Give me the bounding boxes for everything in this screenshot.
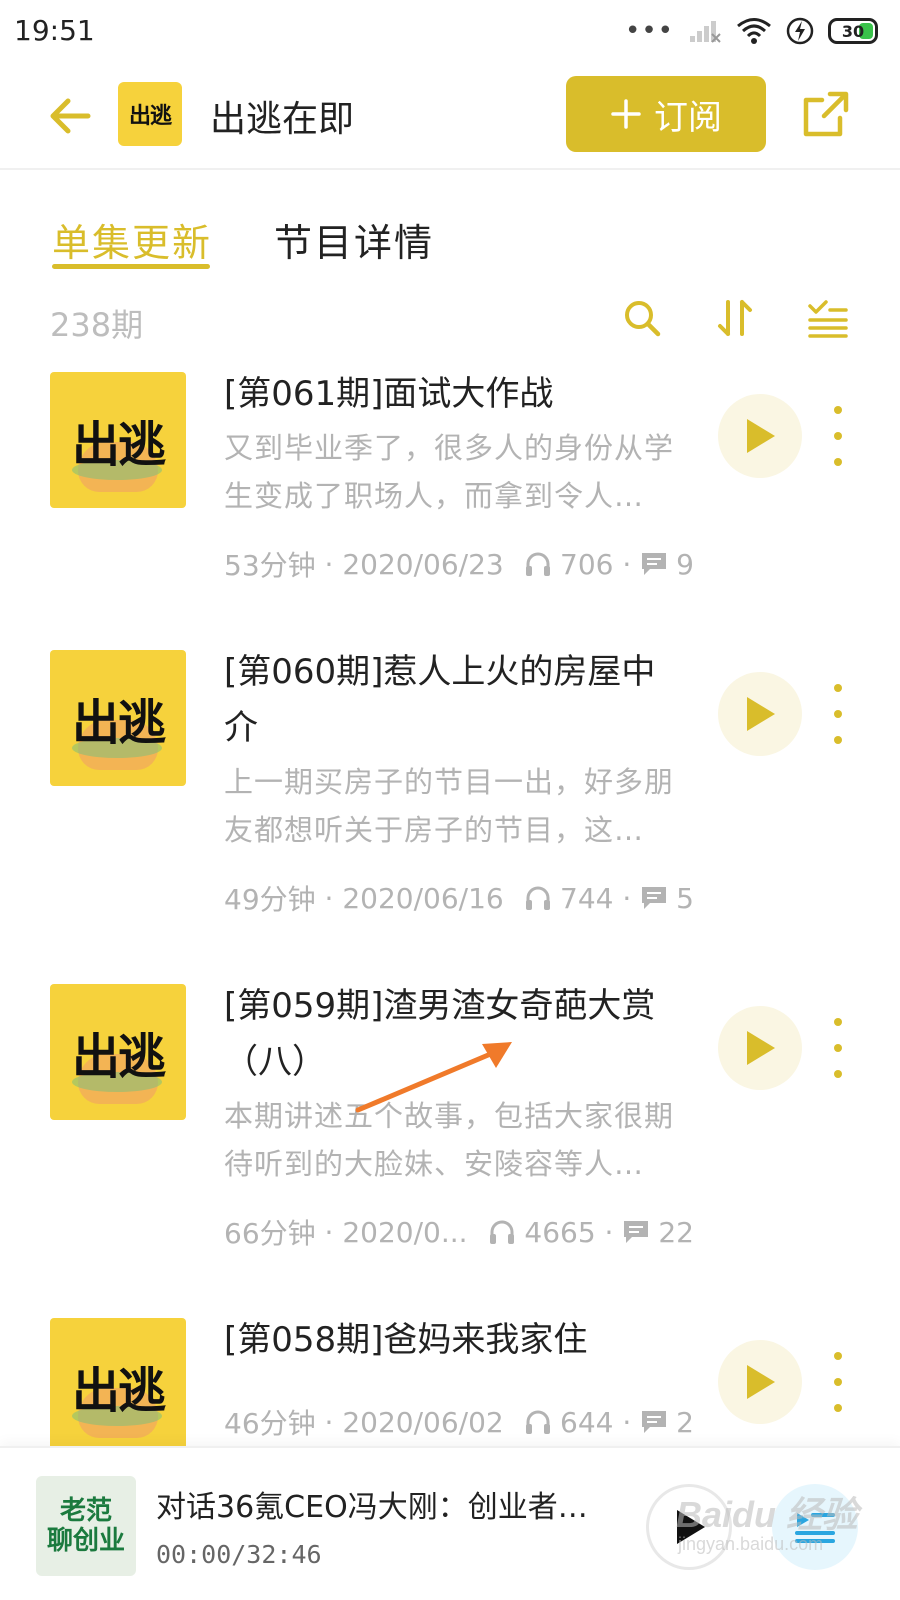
episode-duration: 66分钟 xyxy=(224,1217,316,1250)
episode-item[interactable]: 出逃 [第058期]爸妈来我家住 46分钟 · 2020/06/02 644 ·… xyxy=(0,1318,900,1452)
episode-cover: 出逃 xyxy=(50,1318,186,1452)
playlist-button[interactable] xyxy=(772,1484,858,1570)
tab-episodes[interactable]: 单集更新 xyxy=(52,212,212,267)
more-options-icon[interactable] xyxy=(826,1352,850,1412)
player-play-button[interactable] xyxy=(646,1484,732,1570)
signal-dots-icon: ••• xyxy=(624,16,674,46)
episode-title: [第059期]渣男渣女奇葩大赏（八） xyxy=(224,986,656,1082)
wifi-icon xyxy=(737,18,771,44)
player-cover-line2: 聊创业 xyxy=(46,1526,125,1556)
episode-plays: 706 xyxy=(560,547,614,581)
subscribe-button[interactable]: 订阅 xyxy=(566,76,766,152)
episode-date: 2020/06/02 xyxy=(342,1405,504,1439)
more-options-icon[interactable] xyxy=(826,406,850,466)
podcast-logo-text: 出逃 xyxy=(128,103,172,129)
player-track-title: 对话36氪CEO冯大刚：创业者… xyxy=(156,1490,588,1525)
play-icon xyxy=(747,419,775,453)
play-button[interactable] xyxy=(718,672,802,756)
episode-meta: 53分钟 · 2020/06/23 706 · 9 xyxy=(224,544,694,584)
play-icon xyxy=(747,1365,775,1399)
tab-program-details[interactable]: 节目详情 xyxy=(274,212,434,267)
plus-icon xyxy=(611,99,641,129)
player-cover: 老范 聊创业 xyxy=(36,1476,136,1576)
episode-list: 出逃 [第061期]面试大作战 又到毕业季了，很多人的身份从学生变成了职场人，而… xyxy=(0,372,900,1452)
episode-date: 2020/06/23 xyxy=(342,547,504,581)
episode-comments: 2 xyxy=(676,1405,694,1439)
player-progress-time: 00:00/32:46 xyxy=(156,1540,322,1569)
episode-title: [第061期]面试大作战 xyxy=(224,374,554,414)
episode-count: 238期 xyxy=(50,306,144,344)
episode-description: 又到毕业季了，很多人的身份从学生变成了职场人，而拿到令人… xyxy=(224,431,675,513)
comment-icon xyxy=(642,887,667,909)
status-bar: 19:51 ••• 30 xyxy=(0,0,900,62)
episode-cover: 出逃 xyxy=(50,372,186,508)
play-button[interactable] xyxy=(718,1006,802,1090)
episode-comments: 5 xyxy=(676,881,694,915)
headphones-icon xyxy=(526,1410,551,1434)
tab-active-indicator xyxy=(52,264,210,269)
episode-date: 2020/06/16 xyxy=(342,881,504,915)
headphones-icon xyxy=(526,886,551,910)
episode-cover-text: 出逃 xyxy=(71,695,166,751)
episode-item[interactable]: 出逃 [第060期]惹人上火的房屋中介 上一期买房子的节目一出，好多朋友都想听关… xyxy=(0,650,900,950)
episode-meta: 49分钟 · 2020/06/16 744 · 5 xyxy=(224,878,694,918)
episode-comments: 22 xyxy=(658,1215,694,1249)
episode-meta: 66分钟 · 2020/0... 4665 · 22 xyxy=(224,1212,694,1252)
episode-plays: 4665 xyxy=(524,1215,596,1249)
play-icon xyxy=(747,1031,775,1065)
episode-item[interactable]: 出逃 [第059期]渣男渣女奇葩大赏（八） 本期讲述五个故事，包括大家很期待听到… xyxy=(0,984,900,1284)
status-icons: ••• 30 xyxy=(625,14,878,48)
headphones-icon xyxy=(526,552,551,576)
header: 出逃 出逃在即 订阅 xyxy=(0,62,900,170)
play-button[interactable] xyxy=(718,1340,802,1424)
episode-cover: 出逃 xyxy=(50,984,186,1120)
filter-list-icon[interactable] xyxy=(806,296,850,340)
episode-plays: 744 xyxy=(560,881,614,915)
episode-duration: 53分钟 xyxy=(224,549,316,582)
play-icon xyxy=(677,1510,705,1544)
playlist-icon xyxy=(795,1513,835,1543)
status-time: 19:51 xyxy=(14,14,95,47)
episode-title: [第060期]惹人上火的房屋中介 xyxy=(224,652,656,748)
episode-cover-text: 出逃 xyxy=(71,1029,166,1085)
episode-cover-text: 出逃 xyxy=(71,1363,166,1419)
episode-duration: 49分钟 xyxy=(224,883,316,916)
more-options-icon[interactable] xyxy=(826,684,850,744)
back-arrow-icon[interactable] xyxy=(44,90,96,142)
battery-level: 30 xyxy=(841,21,865,41)
share-icon[interactable] xyxy=(800,88,852,140)
comment-icon xyxy=(642,553,667,575)
player-cover-line1: 老范 xyxy=(59,1496,112,1526)
cellular-signal-icon xyxy=(690,21,721,43)
episode-cover: 出逃 xyxy=(50,650,186,786)
episode-meta: 46分钟 · 2020/06/02 644 · 2 xyxy=(224,1402,694,1442)
play-button[interactable] xyxy=(718,394,802,478)
tab-bar: 单集更新 节目详情 xyxy=(0,200,900,280)
episode-plays: 644 xyxy=(560,1405,614,1439)
comment-icon xyxy=(642,1411,667,1433)
more-options-icon[interactable] xyxy=(826,1018,850,1078)
charging-icon xyxy=(786,17,814,45)
episode-description: 上一期买房子的节目一出，好多朋友都想听关于房子的节目，这… xyxy=(224,765,675,847)
play-icon xyxy=(747,697,775,731)
search-icon[interactable] xyxy=(620,296,664,340)
mini-player[interactable]: 老范 聊创业 对话36氪CEO冯大刚：创业者… 00:00/32:46 xyxy=(0,1446,900,1600)
comment-icon xyxy=(624,1221,649,1243)
episode-duration: 46分钟 xyxy=(224,1407,316,1440)
episode-date: 2020/0... xyxy=(342,1215,468,1249)
episode-cover-text: 出逃 xyxy=(71,417,166,473)
episode-item[interactable]: 出逃 [第061期]面试大作战 又到毕业季了，很多人的身份从学生变成了职场人，而… xyxy=(0,372,900,612)
page-title: 出逃在即 xyxy=(210,99,355,140)
episode-description: 本期讲述五个故事，包括大家很期待听到的大脸妹、安陵容等人… xyxy=(224,1099,675,1181)
sort-icon[interactable] xyxy=(714,296,758,340)
headphones-icon xyxy=(490,1220,515,1244)
episode-title: [第058期]爸妈来我家住 xyxy=(224,1320,588,1360)
episode-comments: 9 xyxy=(676,547,694,581)
subscribe-label: 订阅 xyxy=(654,98,722,137)
battery-icon: 30 xyxy=(828,18,878,44)
podcast-logo: 出逃 xyxy=(118,82,182,146)
